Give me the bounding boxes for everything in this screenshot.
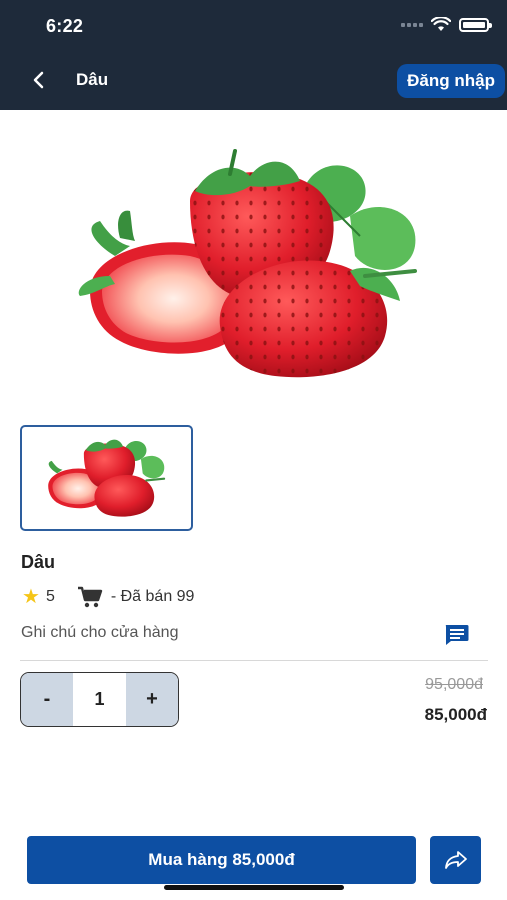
- sale-price: 85,000đ: [424, 705, 487, 724]
- store-note-label[interactable]: Ghi chú cho cửa hàng: [21, 624, 178, 642]
- home-indicator: [164, 885, 344, 890]
- back-button[interactable]: [26, 66, 50, 94]
- quantity-value[interactable]: 1: [73, 673, 126, 726]
- share-button[interactable]: [430, 836, 481, 884]
- chevron-left-icon: [33, 71, 44, 89]
- buy-button[interactable]: Mua hàng 85,000đ: [27, 836, 416, 884]
- rating-value: 5: [45, 588, 55, 605]
- increment-button[interactable]: +: [126, 673, 178, 726]
- divider: [20, 660, 488, 661]
- star-icon: ★: [22, 586, 40, 608]
- message-icon[interactable]: [444, 624, 469, 646]
- decrement-button[interactable]: -: [21, 673, 73, 726]
- status-icons: [401, 17, 492, 32]
- original-price: 95,000đ: [425, 676, 483, 693]
- product-name: Dâu: [21, 552, 56, 572]
- share-icon: [444, 851, 467, 869]
- product-thumbnail[interactable]: [20, 425, 193, 531]
- page-title: Dâu: [76, 70, 109, 89]
- cart-icon: [77, 586, 103, 608]
- signal-icon: [401, 22, 423, 27]
- sold-count: - Đã bán 99: [110, 588, 195, 605]
- status-time: 6:22: [46, 16, 84, 36]
- quantity-stepper: - 1 +: [20, 672, 179, 727]
- battery-icon: [459, 17, 492, 32]
- wifi-icon: [431, 17, 451, 31]
- login-button[interactable]: Đăng nhập: [397, 64, 505, 98]
- front-strawberry-graphic: [219, 260, 417, 378]
- product-meta: ★ 5 - Đã bán 99: [22, 586, 194, 608]
- header-bar: 6:22 Dâu Đăng nhập: [0, 0, 507, 110]
- product-main-image: [20, 126, 487, 412]
